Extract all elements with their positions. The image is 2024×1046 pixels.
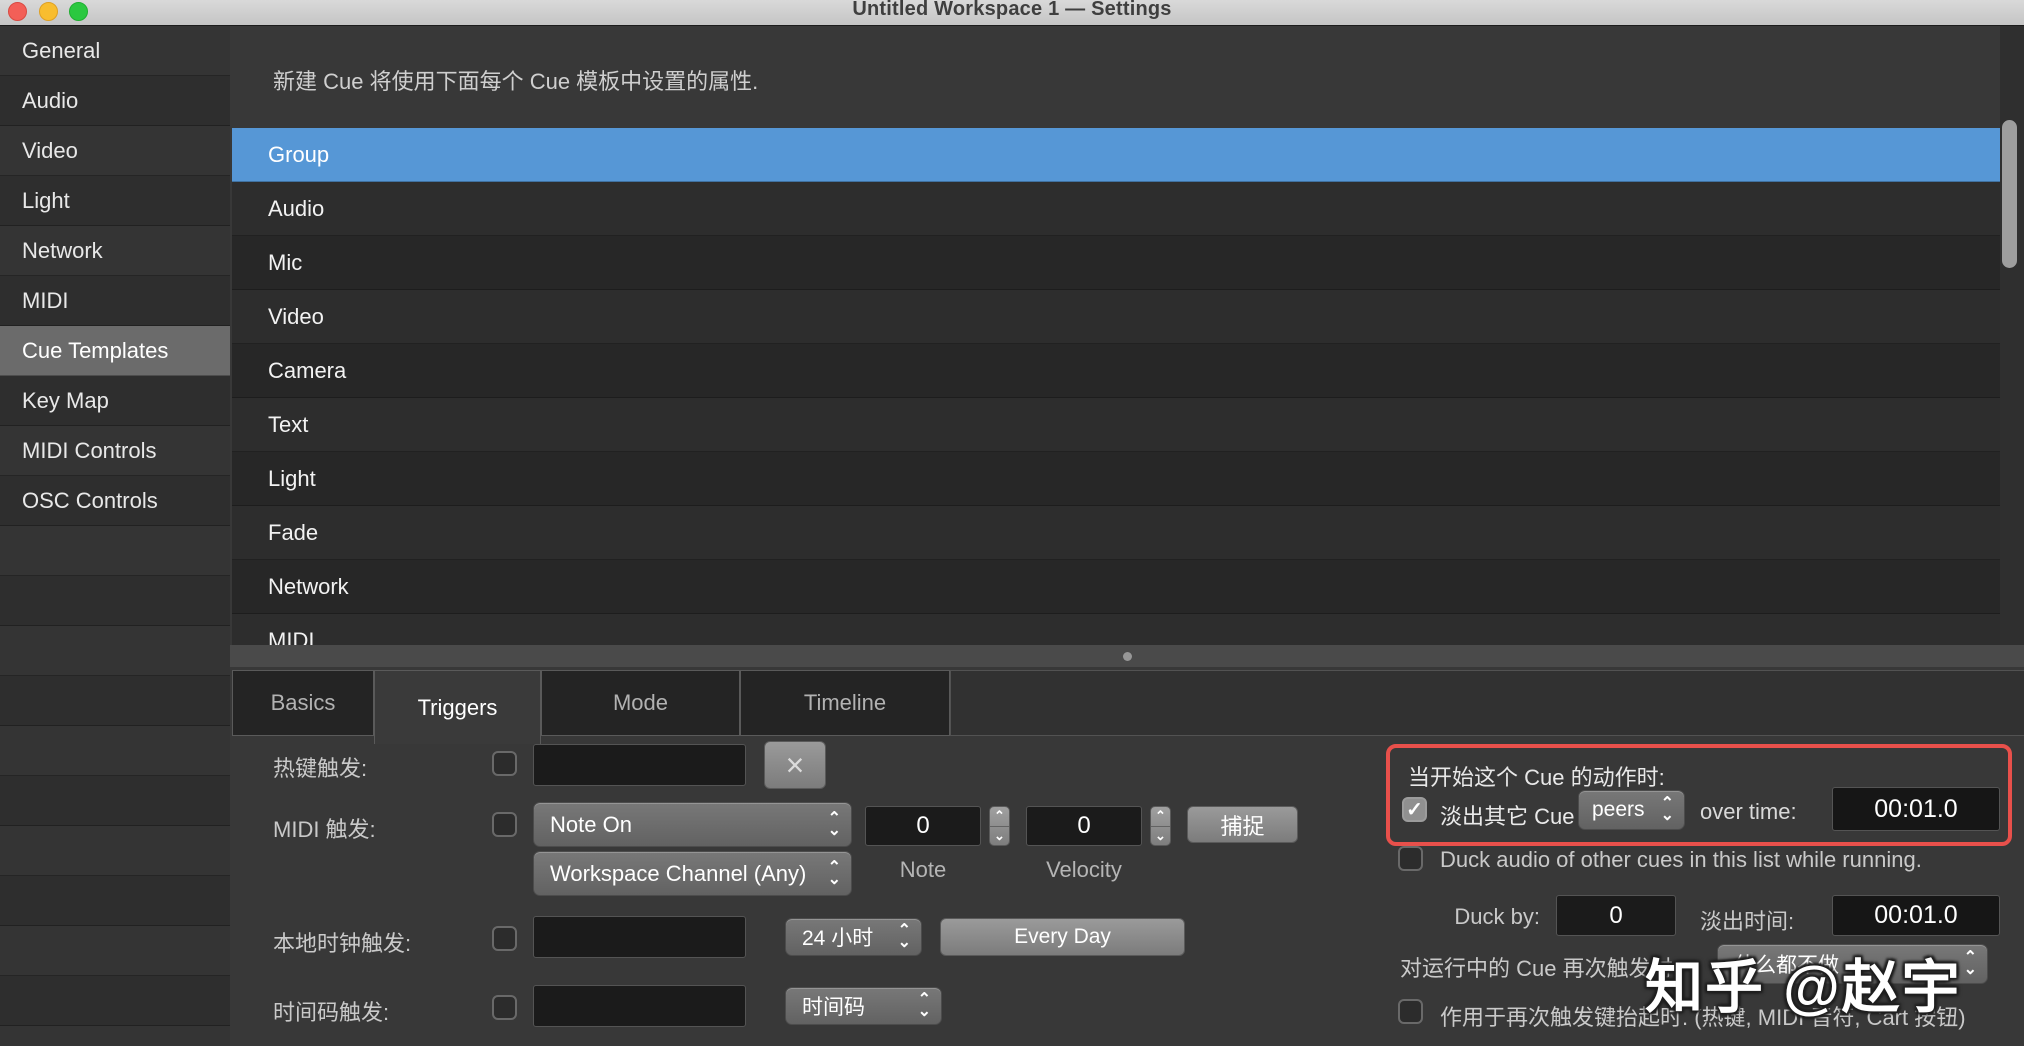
sidebar-item-midi-controls[interactable]: MIDI Controls bbox=[0, 426, 230, 476]
midi-note-stepper[interactable]: ⌃⌄ bbox=[989, 806, 1010, 846]
chevron-up-down-icon: ⌃⌄ bbox=[828, 862, 841, 886]
tab-bar-filler bbox=[950, 670, 2024, 736]
chevron-up-icon: ⌃ bbox=[1151, 807, 1170, 827]
every-day-button[interactable]: Every Day bbox=[940, 918, 1185, 956]
x-icon: × bbox=[786, 747, 805, 784]
clock-format-select[interactable]: 24 小时 ⌃⌄ bbox=[785, 918, 922, 956]
duck-by-input[interactable]: 0 bbox=[1556, 895, 1676, 936]
midi-velocity-input[interactable]: 0 bbox=[1026, 806, 1142, 846]
chevron-down-icon: ⌄ bbox=[990, 827, 1009, 846]
sidebar-item-midi[interactable]: MIDI bbox=[0, 276, 230, 326]
timecode-input[interactable] bbox=[533, 985, 746, 1027]
zhihu-watermark: 知乎 @赵宇 bbox=[1645, 940, 1962, 1024]
timecode-trigger-checkbox[interactable] bbox=[492, 995, 517, 1020]
duck-audio-checkbox[interactable] bbox=[1398, 846, 1423, 871]
timecode-format-value: 时间码 bbox=[802, 991, 865, 1021]
wall-clock-trigger-checkbox[interactable] bbox=[492, 926, 517, 951]
cue-templates-hint: 新建 Cue 将使用下面每个 Cue 模板中设置的属性. bbox=[273, 64, 758, 96]
sidebar-empty-row bbox=[0, 1026, 230, 1046]
cue-row-fade[interactable]: Fade bbox=[232, 506, 2000, 560]
sidebar-item-audio[interactable]: Audio bbox=[0, 76, 230, 126]
retrigger-label: 对运行中的 Cue 再次触发时: bbox=[1400, 951, 1679, 983]
tab-triggers[interactable]: Triggers bbox=[374, 670, 541, 744]
note-caption: Note bbox=[880, 857, 966, 883]
sidebar-item-video[interactable]: Video bbox=[0, 126, 230, 176]
sidebar-item-network[interactable]: Network bbox=[0, 226, 230, 276]
cue-row-text[interactable]: Text bbox=[232, 398, 2000, 452]
chevron-up-down-icon: ⌃⌄ bbox=[1964, 952, 1977, 976]
cue-row-mic[interactable]: Mic bbox=[232, 236, 2000, 290]
velocity-caption: Velocity bbox=[1028, 857, 1140, 883]
sidebar-empty-row bbox=[0, 526, 230, 576]
sidebar-empty-row bbox=[0, 976, 230, 1026]
clock-format-value: 24 小时 bbox=[802, 922, 873, 952]
tab-timeline[interactable]: Timeline bbox=[740, 670, 950, 736]
settings-window: Untitled Workspace 1 — Settings General … bbox=[0, 0, 2024, 1046]
wall-clock-input[interactable] bbox=[533, 916, 746, 958]
sidebar-empty-row bbox=[0, 726, 230, 776]
splitter-handle-icon[interactable] bbox=[1123, 652, 1132, 661]
hotkey-clear-button[interactable]: × bbox=[764, 741, 826, 789]
cue-row-midi[interactable]: MIDI bbox=[232, 614, 2000, 645]
midi-message-type-value: Note On bbox=[550, 812, 632, 838]
settings-sidebar: General Audio Video Light Network MIDI C… bbox=[0, 26, 230, 1046]
hotkey-trigger-checkbox[interactable] bbox=[492, 751, 517, 776]
sidebar-empty-row bbox=[0, 876, 230, 926]
fade-time-input[interactable]: 00:01.0 bbox=[1832, 895, 2000, 936]
sidebar-empty-row bbox=[0, 676, 230, 726]
cue-row-camera[interactable]: Camera bbox=[232, 344, 2000, 398]
sidebar-empty-row bbox=[0, 826, 230, 876]
tab-basics[interactable]: Basics bbox=[232, 670, 374, 736]
midi-channel-value: Workspace Channel (Any) bbox=[550, 861, 806, 887]
sidebar-item-osc-controls[interactable]: OSC Controls bbox=[0, 476, 230, 526]
cue-row-video[interactable]: Video bbox=[232, 290, 2000, 344]
midi-trigger-checkbox[interactable] bbox=[492, 812, 517, 837]
chevron-up-icon: ⌃ bbox=[990, 807, 1009, 827]
midi-trigger-label: MIDI 触发: bbox=[273, 812, 376, 844]
midi-channel-select[interactable]: Workspace Channel (Any) ⌃⌄ bbox=[533, 851, 852, 896]
timecode-trigger-label: 时间码触发: bbox=[273, 995, 389, 1027]
sidebar-item-general[interactable]: General bbox=[0, 26, 230, 76]
window-title: Untitled Workspace 1 — Settings bbox=[0, 0, 2024, 21]
hotkey-trigger-label: 热键触发: bbox=[273, 751, 367, 783]
tab-mode[interactable]: Mode bbox=[541, 670, 740, 736]
timecode-format-select[interactable]: 时间码 ⌃⌄ bbox=[785, 987, 942, 1025]
midi-message-type-select[interactable]: Note On ⌃⌄ bbox=[533, 802, 852, 847]
midi-capture-button[interactable]: 捕捉 bbox=[1187, 806, 1298, 843]
retrigger-release-checkbox[interactable] bbox=[1398, 999, 1423, 1024]
chevron-down-icon: ⌄ bbox=[1151, 827, 1170, 846]
wall-clock-trigger-label: 本地时钟触发: bbox=[273, 926, 411, 958]
fade-time-label: 淡出时间: bbox=[1700, 904, 1794, 936]
cue-row-audio[interactable]: Audio bbox=[232, 182, 2000, 236]
chevron-up-down-icon: ⌃⌄ bbox=[828, 813, 841, 837]
scrollbar-thumb[interactable] bbox=[2002, 120, 2017, 268]
duck-audio-label: Duck audio of other cues in this list wh… bbox=[1440, 847, 1922, 873]
chevron-up-down-icon: ⌃⌄ bbox=[898, 925, 911, 949]
hotkey-input[interactable] bbox=[533, 744, 746, 786]
scrollbar-track bbox=[2000, 26, 2024, 645]
sidebar-empty-row bbox=[0, 776, 230, 826]
title-bar[interactable]: Untitled Workspace 1 — Settings bbox=[0, 0, 2024, 26]
chevron-up-down-icon: ⌃⌄ bbox=[918, 994, 931, 1018]
cue-template-list: Group Audio Mic Video Camera Text Light … bbox=[232, 128, 2000, 645]
sidebar-empty-row bbox=[0, 576, 230, 626]
cue-row-group[interactable]: Group bbox=[232, 128, 2000, 182]
cue-row-light[interactable]: Light bbox=[232, 452, 2000, 506]
duck-by-label: Duck by: bbox=[1446, 904, 1540, 930]
midi-velocity-stepper[interactable]: ⌃⌄ bbox=[1150, 806, 1171, 846]
sidebar-empty-row bbox=[0, 926, 230, 976]
cue-row-network[interactable]: Network bbox=[232, 560, 2000, 614]
red-highlight-annotation bbox=[1386, 744, 2012, 846]
sidebar-item-cue-templates[interactable]: Cue Templates bbox=[0, 326, 230, 376]
sidebar-item-light[interactable]: Light bbox=[0, 176, 230, 226]
sidebar-item-key-map[interactable]: Key Map bbox=[0, 376, 230, 426]
midi-note-input[interactable]: 0 bbox=[865, 806, 981, 846]
sidebar-empty-row bbox=[0, 626, 230, 676]
